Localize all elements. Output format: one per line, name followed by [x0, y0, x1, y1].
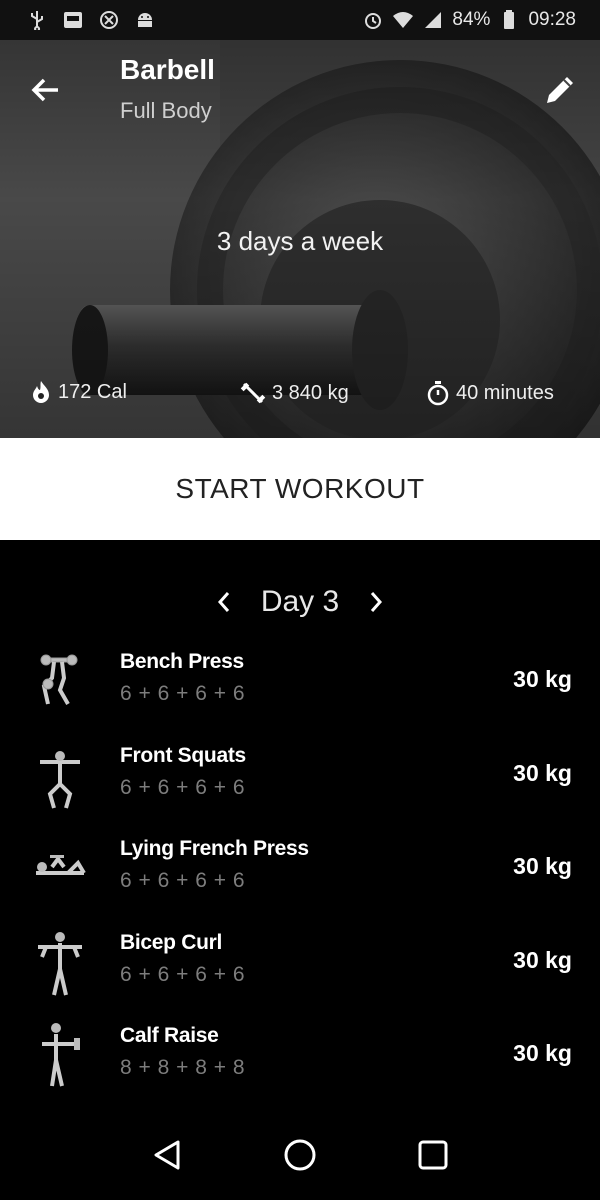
nav-home-button[interactable]	[270, 1125, 330, 1185]
battery-percent: 84%	[452, 9, 491, 30]
next-day-button[interactable]	[361, 582, 391, 622]
chevron-left-icon	[217, 592, 229, 612]
status-right: 84% 09:28	[362, 9, 576, 31]
exercise-name: Bench Press	[120, 650, 244, 673]
hero-banner: Barbell Full Body 3 days a week 172 Cal …	[0, 40, 600, 438]
back-button[interactable]	[24, 68, 68, 112]
signal-icon	[422, 9, 444, 31]
chevron-right-icon	[371, 592, 383, 612]
exercise-name: Bicep Curl	[120, 930, 223, 954]
exercise-row[interactable]: Front Squats 6 + 6 + 6 + 6 30 kg	[0, 734, 600, 828]
status-bar: 84% 09:28	[0, 0, 600, 40]
exercise-weight: 30 kg	[513, 666, 572, 692]
workout-stats: 172 Cal 3 840 kg 40 minutes	[0, 380, 600, 420]
exercise-row[interactable]: Bench Press 6 + 6 + 6 + 6 30 kg	[0, 640, 600, 734]
duration-stat: 40 minutes	[426, 380, 554, 406]
exercise-row[interactable]: Lying French Press 6 + 6 + 6 + 6 30 kg	[0, 827, 600, 921]
exercise-row[interactable]: Bicep Curl 6 + 6 + 6 + 6 30 kg	[0, 921, 600, 1015]
nav-back-button[interactable]	[137, 1125, 197, 1185]
exercise-reps: 6 + 6 + 6 + 6	[120, 962, 246, 986]
volume-stat: 3 840 kg	[240, 380, 349, 406]
calories-stat: 172 Cal	[30, 380, 127, 404]
flame-icon	[33, 381, 49, 403]
nav-recents-button[interactable]	[403, 1125, 463, 1185]
previous-day-button[interactable]	[209, 582, 239, 622]
volume-value: 3 840 kg	[272, 381, 349, 404]
day-selector: Day 3	[0, 574, 600, 630]
battery-icon	[498, 9, 520, 31]
lying-french-press-figure-icon	[36, 855, 86, 875]
day-label: Day 3	[260, 585, 340, 618]
system-nav-bar	[0, 1110, 600, 1200]
arrow-back-icon	[31, 78, 58, 102]
exercise-row[interactable]: Calf Raise 8 + 8 + 8 + 8 30 kg	[0, 1014, 600, 1108]
exercise-reps: 6 + 6 + 6 + 6	[120, 869, 246, 892]
edit-button[interactable]	[538, 68, 582, 112]
exercise-weight: 30 kg	[513, 946, 572, 973]
workout-frequency: 3 days a week	[216, 226, 384, 256]
recents-square-icon	[418, 1140, 448, 1170]
stopwatch-icon	[427, 381, 449, 406]
exercise-weight: 30 kg	[513, 853, 572, 879]
bench-press-figure-icon	[40, 654, 78, 705]
status-time: 09:28	[528, 9, 576, 30]
status-left	[26, 9, 156, 31]
exercise-name: Front Squats	[120, 743, 246, 767]
start-workout-button[interactable]: START WORKOUT	[0, 438, 600, 540]
front-squat-figure-icon	[40, 750, 80, 809]
pencil-icon	[547, 77, 573, 103]
alarm-icon	[362, 9, 384, 31]
dumbbell-icon	[240, 382, 266, 404]
calories-value: 172 Cal	[58, 380, 127, 403]
usb-icon	[26, 9, 48, 31]
bicep-curl-figure-icon	[38, 931, 82, 995]
android-icon	[134, 9, 156, 31]
sync-icon	[98, 9, 120, 31]
calf-raise-figure-icon	[42, 1023, 80, 1087]
exercise-reps: 6 + 6 + 6 + 6	[120, 682, 246, 705]
exercise-list: Bench Press 6 + 6 + 6 + 6 30 kg Front Sq…	[0, 640, 600, 1108]
image-icon	[62, 9, 84, 31]
exercise-weight: 30 kg	[513, 759, 572, 786]
page-subtitle: Full Body	[120, 98, 212, 123]
exercise-name: Lying French Press	[120, 837, 309, 860]
home-circle-icon	[284, 1139, 316, 1171]
exercise-reps: 8 + 8 + 8 + 8	[120, 1056, 246, 1079]
exercise-weight: 30 kg	[513, 1040, 572, 1066]
exercise-name: Calf Raise	[120, 1024, 219, 1047]
page-title: Barbell	[120, 54, 215, 85]
exercise-reps: 6 + 6 + 6 + 6	[120, 775, 246, 799]
wifi-icon	[392, 9, 414, 31]
duration-value: 40 minutes	[456, 381, 554, 404]
back-triangle-icon	[154, 1140, 180, 1170]
